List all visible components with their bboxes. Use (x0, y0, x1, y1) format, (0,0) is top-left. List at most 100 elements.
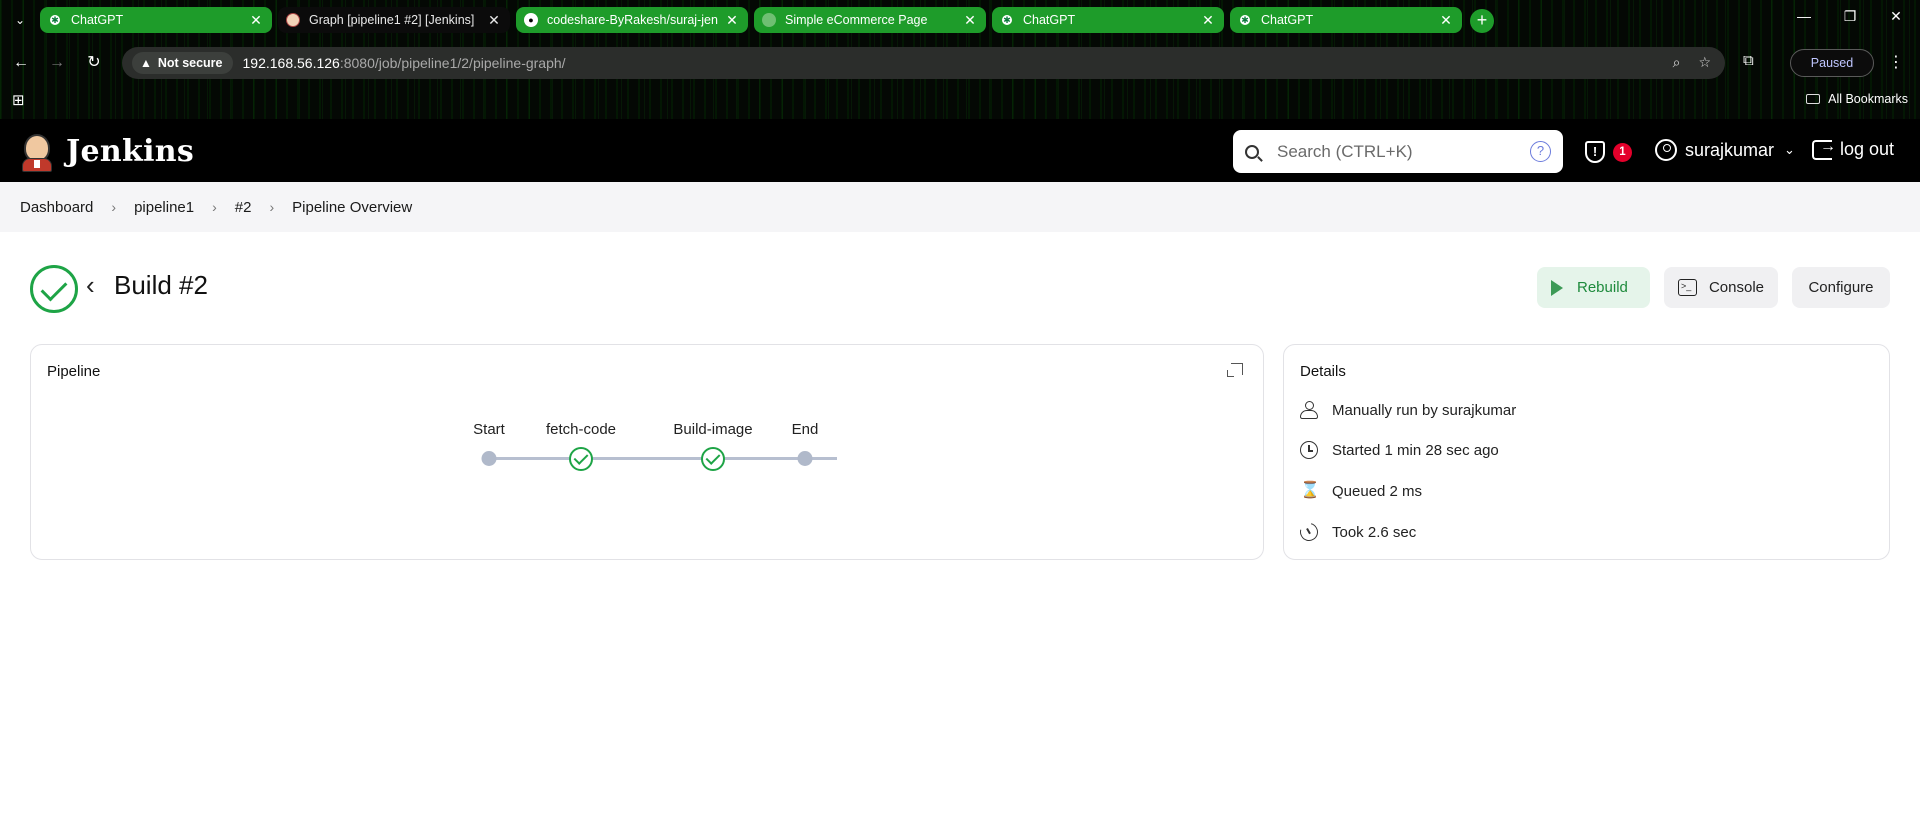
detail-row-queued: ⌛ Queued 2 ms (1300, 482, 1422, 500)
tab-ecommerce[interactable]: Simple eCommerce Page ✕ (754, 7, 986, 33)
detail-text: Took 2.6 sec (1332, 523, 1417, 541)
search-input[interactable] (1277, 141, 1530, 162)
logout-label: log out (1840, 139, 1895, 159)
tab-title: ChatGPT (1261, 13, 1314, 27)
tab-chatgpt-2[interactable]: ✱ ChatGPT ✕ (992, 7, 1224, 33)
profile-paused-button[interactable]: Paused (1790, 49, 1874, 77)
warning-icon: ▲ (140, 56, 152, 70)
logout-link[interactable]: log out (1812, 138, 1895, 160)
chevron-left-icon[interactable]: ‹ (86, 270, 95, 301)
hourglass-icon: ⌛ (1300, 482, 1320, 499)
tab-title: ChatGPT (1023, 13, 1076, 27)
close-icon[interactable]: ✕ (486, 12, 502, 29)
stage-label-end: End (791, 421, 819, 438)
rebuild-label: Rebuild (1577, 279, 1628, 296)
not-secure-chip[interactable]: ▲ Not secure (132, 52, 233, 74)
extensions-icon[interactable]: ⧉ (1743, 52, 1754, 69)
close-icon[interactable]: ✕ (248, 12, 264, 29)
close-window-icon[interactable]: ✕ (1876, 8, 1916, 25)
console-label: Console (1708, 279, 1764, 296)
breadcrumb-pipeline-overview[interactable]: Pipeline Overview (292, 199, 412, 216)
tab-chatgpt-1[interactable]: ✱ ChatGPT ✕ (40, 7, 272, 33)
globe-icon (762, 13, 776, 27)
reload-icon[interactable]: ↻ (83, 52, 105, 74)
breadcrumb-dashboard[interactable]: Dashboard (20, 199, 93, 216)
stage-label-build-image: Build-image (673, 421, 753, 438)
url-path: :8080/job/pipeline1/2/pipeline-graph/ (339, 55, 566, 71)
breadcrumb-separator: › (269, 199, 275, 215)
configure-button[interactable]: Configure (1792, 267, 1890, 308)
rebuild-button[interactable]: Rebuild (1537, 267, 1650, 308)
jenkins-header: Jenkins ? ! 1 surajkumar ⌄ log out (0, 119, 1920, 182)
profile-status: Paused (1810, 56, 1854, 70)
username: surajkumar (1685, 139, 1775, 160)
jenkins-icon (286, 13, 300, 27)
timer-icon (1296, 519, 1322, 545)
stage-success-icon[interactable] (701, 447, 725, 471)
zoom-icon[interactable]: ⌕ (1673, 54, 1681, 71)
back-arrow-icon[interactable]: ← (10, 52, 32, 74)
breadcrumb-build[interactable]: #2 (235, 199, 252, 216)
play-icon (1551, 279, 1563, 296)
minimize-icon[interactable]: — (1784, 8, 1824, 24)
close-icon[interactable]: ✕ (1438, 12, 1454, 29)
apps-grid-icon[interactable]: ⊞ (12, 91, 25, 109)
detail-row-duration: Took 2.6 sec (1296, 519, 1417, 545)
page-title: Build #2 (114, 270, 208, 300)
breadcrumb-pipeline1[interactable]: pipeline1 (134, 199, 194, 216)
browser-menu-icon[interactable]: ⋮ (1888, 52, 1904, 72)
folder-icon (1806, 94, 1821, 104)
security-alerts-button[interactable]: ! 1 (1585, 141, 1632, 163)
breadcrumb-separator: › (111, 199, 117, 215)
close-icon[interactable]: ✕ (1200, 12, 1216, 29)
user-icon (1300, 401, 1318, 419)
details-card: Details Manually run by surajkumar Start… (1283, 344, 1890, 560)
tab-title: ChatGPT (71, 13, 124, 27)
all-bookmarks-button[interactable]: All Bookmarks (1806, 92, 1908, 106)
chevron-down-icon[interactable]: ⌄ (1784, 142, 1795, 158)
address-bar[interactable]: ▲ Not secure 192.168.56.126:8080/job/pip… (122, 47, 1725, 79)
url-host: 192.168.56.126 (242, 55, 340, 71)
help-icon[interactable]: ? (1530, 141, 1551, 162)
shield-alert-icon: ! (1585, 141, 1605, 163)
all-bookmarks-label: All Bookmarks (1828, 92, 1908, 106)
alert-count-badge: 1 (1613, 142, 1632, 162)
jenkins-butler-logo-icon (20, 130, 54, 172)
tab-chatgpt-3[interactable]: ✱ ChatGPT ✕ (1230, 7, 1462, 33)
pipeline-connector (489, 457, 837, 460)
stage-label-start: Start (473, 421, 505, 438)
user-avatar-icon (1655, 139, 1677, 161)
detail-text: Queued 2 ms (1332, 482, 1423, 500)
jenkins-home-link[interactable]: Jenkins (20, 130, 194, 172)
build-success-icon (30, 265, 78, 313)
detail-text: Manually run by surajkumar (1332, 401, 1517, 419)
console-button[interactable]: >_ Console (1664, 267, 1778, 308)
tab-github[interactable]: ● codeshare-ByRakesh/suraj-jenk ✕ (516, 7, 748, 33)
user-menu[interactable]: surajkumar ⌄ (1655, 139, 1795, 161)
pipeline-card: Pipeline Start fetch-code Build-image En… (30, 344, 1264, 560)
detail-text: Started 1 min 28 sec ago (1332, 441, 1499, 459)
restore-icon[interactable]: ❐ (1830, 8, 1870, 25)
stage-label-fetch-code: fetch-code (545, 421, 617, 438)
tab-title: codeshare-ByRakesh/suraj-jenk (547, 13, 718, 27)
chatgpt-icon: ✱ (1000, 13, 1014, 27)
github-icon: ● (524, 13, 538, 27)
tab-jenkins-graph[interactable]: Graph [pipeline1 #2] [Jenkins] ✕ (278, 7, 510, 33)
new-tab-button[interactable]: + (1470, 9, 1494, 33)
configure-label: Configure (1808, 279, 1874, 296)
close-icon[interactable]: ✕ (962, 12, 978, 29)
stage-success-icon[interactable] (569, 447, 593, 471)
search-icon (1245, 144, 1259, 159)
close-icon[interactable]: ✕ (724, 12, 740, 29)
start-node (481, 451, 497, 466)
search-box[interactable]: ? (1233, 130, 1563, 173)
browser-chrome: ⌄ ✱ ChatGPT ✕ Graph [pipeline1 #2] [Jenk… (0, 0, 1920, 119)
tab-search-chevron-icon[interactable]: ⌄ (10, 10, 30, 30)
browser-toolbar: ← → ↻ ▲ Not secure 192.168.56.126:8080/j… (0, 44, 1920, 82)
details-card-title: Details (1300, 363, 1346, 380)
detail-row-started-by: Manually run by surajkumar (1300, 401, 1516, 419)
forward-arrow-icon[interactable]: → (46, 52, 68, 74)
bookmark-star-icon[interactable]: ☆ (1698, 54, 1711, 71)
end-node (797, 451, 813, 466)
tab-strip: ⌄ ✱ ChatGPT ✕ Graph [pipeline1 #2] [Jenk… (0, 0, 1920, 40)
